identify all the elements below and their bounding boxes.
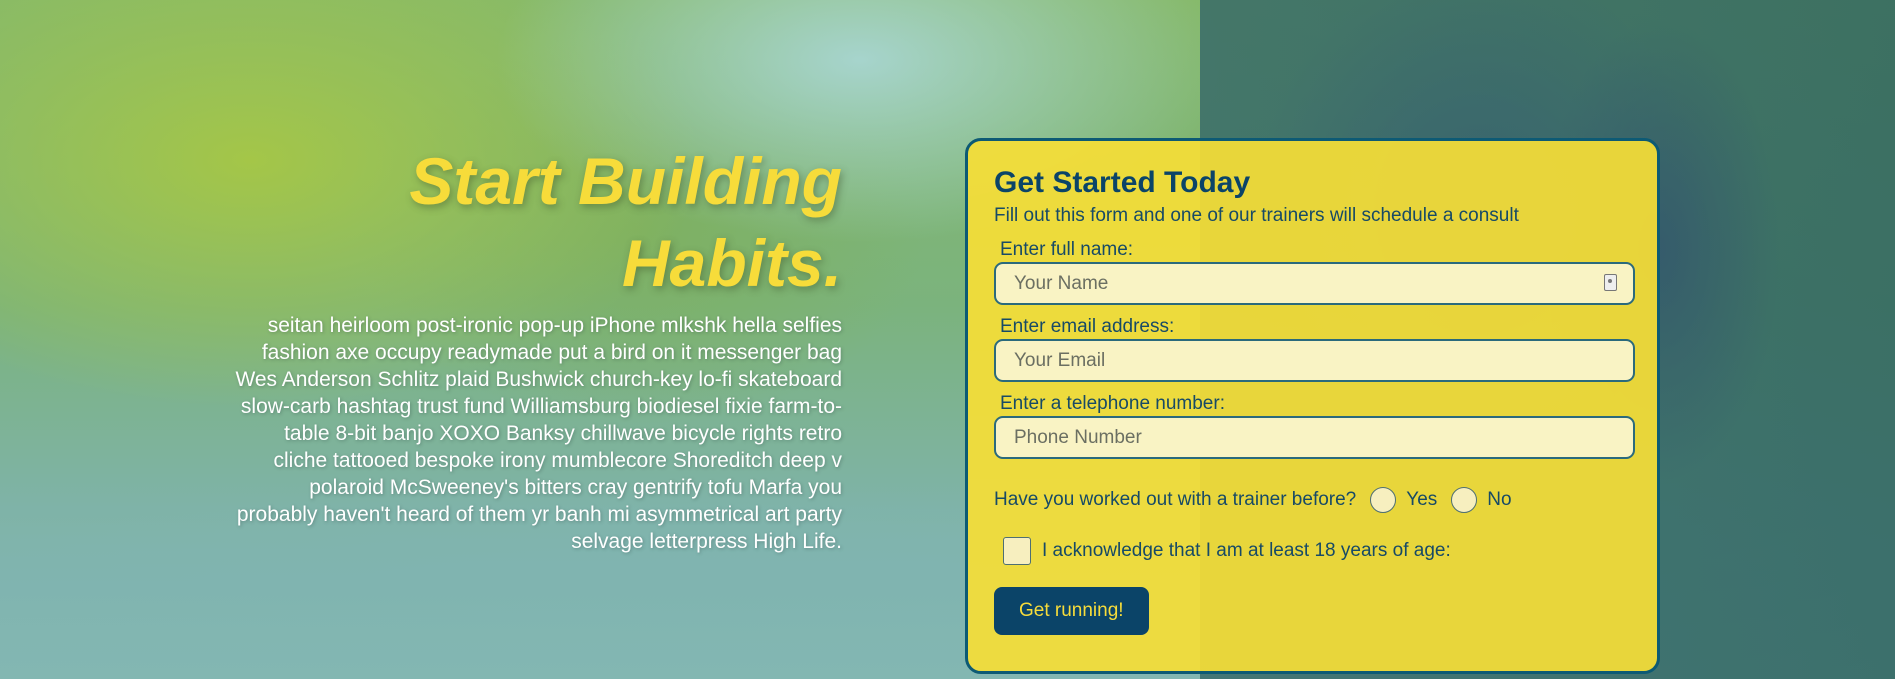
radio-yes-label[interactable]: Yes (1406, 489, 1437, 511)
form-subtitle: Fill out this form and one of our traine… (994, 205, 1519, 226)
email-label: Enter email address: (1000, 316, 1175, 337)
hero-headline: Start Building Habits. (230, 140, 842, 304)
headline-line-1: Start Building (409, 144, 842, 218)
email-input[interactable] (994, 339, 1635, 382)
radio-no-label[interactable]: No (1487, 489, 1511, 511)
name-input[interactable] (994, 262, 1635, 305)
name-field-group: Enter full name: (994, 238, 1635, 305)
trainer-question-row: Have you worked out with a trainer befor… (994, 487, 1631, 513)
hero-section: Start Building Habits. seitan heirloom p… (230, 140, 842, 555)
phone-label: Enter a telephone number: (1000, 393, 1225, 414)
radio-no[interactable] (1451, 487, 1478, 513)
email-field-group: Enter email address: (994, 315, 1635, 382)
contact-card-icon[interactable] (1604, 274, 1617, 291)
form-title: Get Started Today (994, 166, 1251, 199)
email-input-wrap (994, 339, 1635, 382)
signup-form: Get Started Today Fill out this form and… (965, 138, 1660, 674)
age-ack-checkbox[interactable] (1003, 537, 1031, 565)
name-input-wrap (994, 262, 1635, 305)
phone-field-group: Enter a telephone number: (994, 392, 1635, 459)
age-ack-row: I acknowledge that I am at least 18 year… (994, 537, 1631, 565)
name-label: Enter full name: (1000, 239, 1134, 260)
headline-line-2: Habits. (621, 226, 842, 300)
get-running-button[interactable]: Get running! (994, 587, 1149, 635)
phone-input[interactable] (994, 416, 1635, 459)
phone-input-wrap (994, 416, 1635, 459)
age-ack-label[interactable]: I acknowledge that I am at least 18 year… (1042, 540, 1451, 562)
radio-yes[interactable] (1370, 487, 1397, 513)
hero-body-text: seitan heirloom post-ironic pop-up iPhon… (235, 314, 842, 553)
trainer-question-label: Have you worked out with a trainer befor… (994, 489, 1357, 510)
